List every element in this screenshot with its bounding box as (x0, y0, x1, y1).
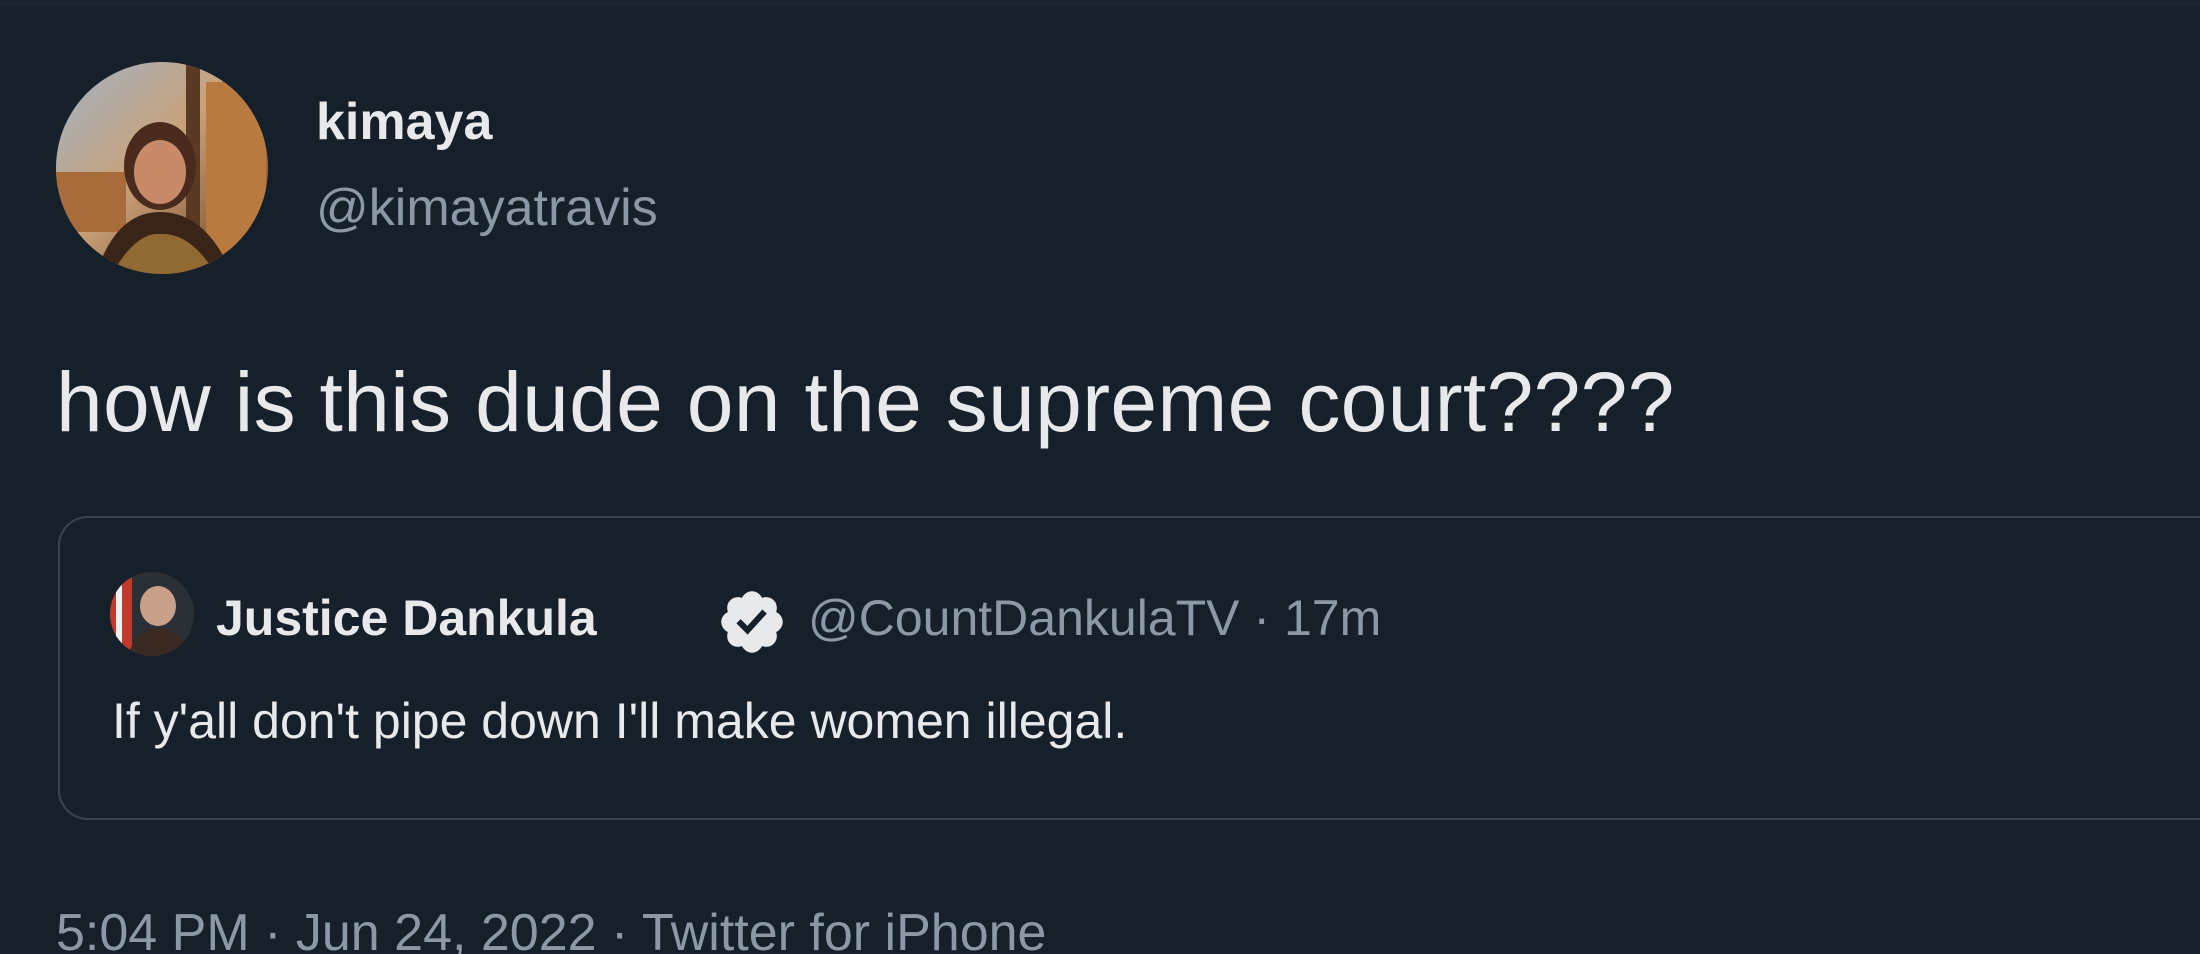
tweet-detail-view: kimaya @kimayatravis how is this dude on… (0, 0, 2200, 954)
author-avatar-image (56, 62, 268, 274)
quoted-author-avatar[interactable] (110, 572, 194, 656)
quoted-tweet-text: If y'all don't pipe down I'll make women… (112, 693, 1128, 749)
quoted-tweet-card[interactable] (58, 516, 2200, 820)
top-edge (0, 0, 2200, 6)
quoted-author-avatar-image (110, 572, 194, 656)
tweet-text: how is this dude on the supreme court???… (56, 355, 1675, 449)
quoted-author-display-name[interactable]: Justice Dankula (216, 588, 597, 648)
verified-badge-icon (721, 591, 783, 653)
quoted-author-handle-time[interactable]: @CountDankulaTV · 17m (808, 588, 1381, 648)
tweet-timestamp-source[interactable]: 5:04 PM · Jun 24, 2022 · Twitter for iPh… (56, 902, 1046, 954)
author-handle[interactable]: @kimayatravis (316, 178, 658, 238)
author-display-name[interactable]: kimaya (316, 92, 492, 152)
author-avatar[interactable] (56, 62, 268, 274)
